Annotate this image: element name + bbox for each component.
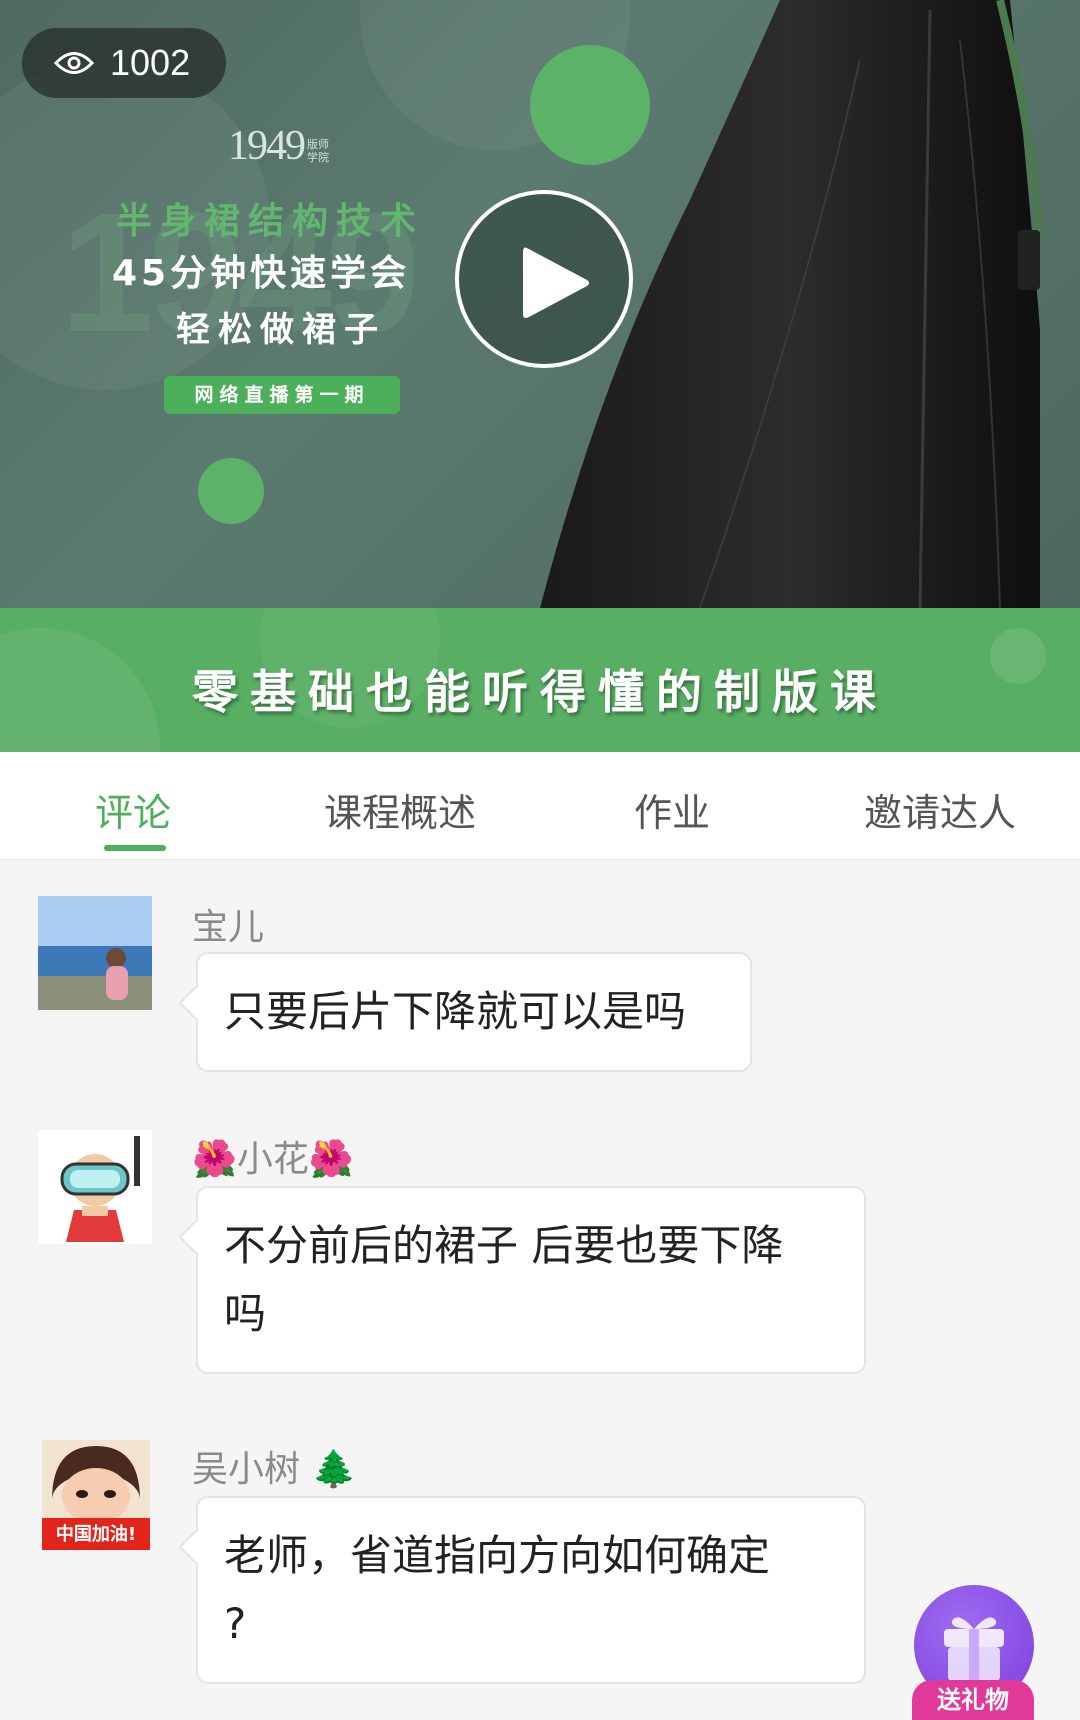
active-tab-indicator <box>104 845 166 851</box>
avatar-caption: 中国加油! <box>55 1524 137 1545</box>
comment-text: 只要后片下降就可以是吗 <box>224 987 687 1036</box>
comment-bubble: 老师，省道指向方向如何确定 ? <box>196 1496 866 1684</box>
course-tagline: 轻松做裙子 <box>176 310 386 350</box>
tab-bar: 评论 课程概述 作业 邀请达人 <box>0 752 1080 860</box>
play-icon <box>523 247 589 318</box>
comment-text-line: 吗 <box>224 1289 267 1338</box>
play-button[interactable] <box>455 190 633 368</box>
view-count: 1002 <box>110 42 191 83</box>
course-subtitle: 45分钟快速学会 <box>112 253 411 294</box>
view-count-badge: 1002 <box>22 28 226 98</box>
live-badge: 网络直播第一期 <box>164 376 400 414</box>
academy-logo: 1949 <box>228 123 306 169</box>
course-title: 半身裙结构技术 <box>116 201 425 242</box>
slogan-text: 零基础也能听得懂的制版课 <box>192 665 888 719</box>
comment-username: 宝儿 <box>192 907 265 948</box>
comment-bubble: 只要后片下降就可以是吗 <box>196 952 752 1072</box>
avatar[interactable] <box>38 896 152 1010</box>
academy-logo-subtitle: 版师学院 <box>307 138 329 164</box>
video-player[interactable]: 1949 1002 1949 版师学院 半身裙结构技术 45分钟快速学会 轻松做… <box>0 0 1080 608</box>
avatar[interactable] <box>38 1130 152 1244</box>
tab-homework[interactable]: 作业 <box>634 782 710 837</box>
comment-text-line: 不分前后的裙子 后要也要下降 <box>224 1221 784 1270</box>
comment-username: 🌺小花🌺 <box>192 1139 354 1180</box>
tab-course-overview[interactable]: 课程概述 <box>324 782 476 837</box>
comment-username: 吴小树 🌲 <box>192 1449 357 1490</box>
course-slogan-banner: 零基础也能听得懂的制版课 <box>0 608 1080 752</box>
tab-comments[interactable]: 评论 <box>95 782 171 837</box>
avatar[interactable]: 中国加油! <box>42 1440 150 1550</box>
tab-invite-experts[interactable]: 邀请达人 <box>864 782 1016 837</box>
comment-text-line: 老师，省道指向方向如何确定 <box>224 1531 771 1580</box>
comment-text-line: ? <box>224 1599 247 1648</box>
eye-icon <box>54 52 94 74</box>
send-gift-label[interactable]: 送礼物 <box>912 1680 1034 1720</box>
comment-bubble: 不分前后的裙子 后要也要下降 吗 <box>196 1186 866 1374</box>
